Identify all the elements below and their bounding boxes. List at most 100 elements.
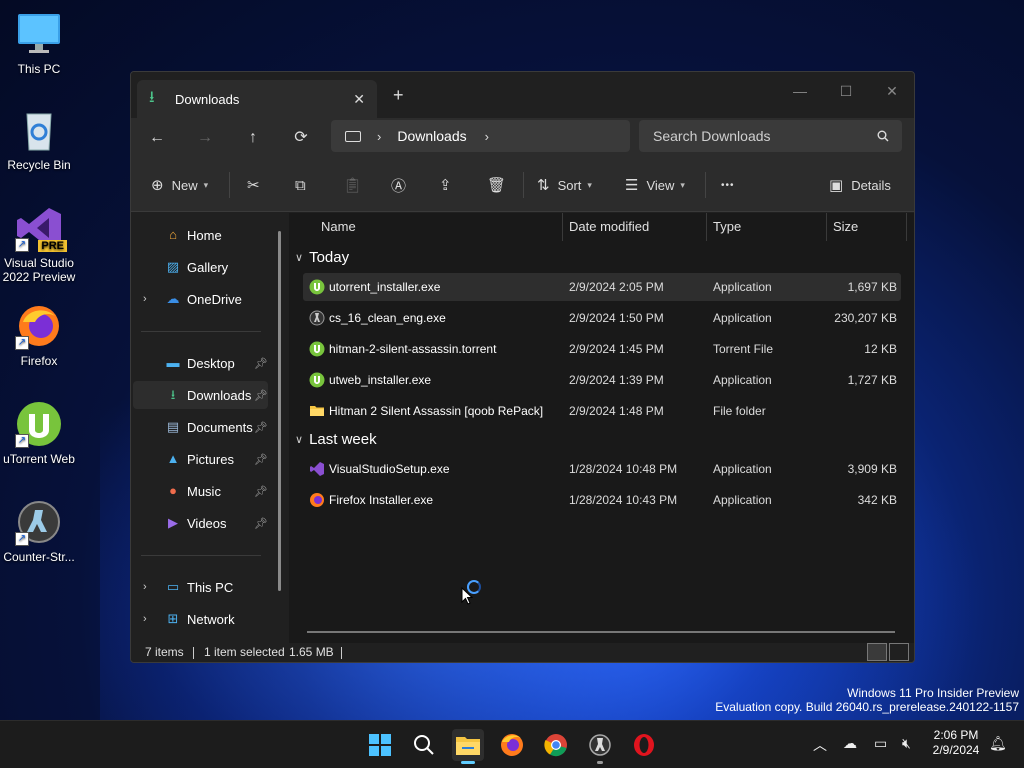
file-type: Application [713, 311, 772, 325]
file-row[interactable]: Hitman 2 Silent Assassin [qoob RePack] 2… [303, 397, 901, 425]
cut-button[interactable]: ✂ [247, 175, 268, 195]
sidebar-item-this-pc[interactable]: › ▭ This PC [133, 573, 268, 601]
maximize-button[interactable]: ☐ [823, 78, 869, 104]
refresh-button[interactable]: ⟳ [289, 126, 313, 150]
taskbar-counter-strike[interactable] [584, 729, 616, 764]
pin-icon[interactable]: 📌︎ [254, 453, 268, 466]
sidebar-item-videos[interactable]: ▶ Videos 📌︎ [133, 509, 268, 537]
search-button[interactable] [408, 729, 440, 761]
close-window-button[interactable]: ✕ [869, 78, 914, 104]
column-header-size[interactable]: Size [833, 213, 858, 241]
group-header-last-week[interactable]: ∨ Last week [295, 431, 377, 448]
view-button[interactable]: ☰ View ▾ [625, 175, 685, 195]
chevron-right-icon[interactable]: › [377, 129, 381, 144]
file-size: 3,909 KB [847, 462, 897, 476]
pin-icon[interactable]: 📌︎ [254, 517, 268, 530]
chevron-right-icon[interactable]: › [143, 293, 147, 305]
notification-bell-icon[interactable]: 🔔︎ [989, 735, 1007, 752]
sidebar-scrollbar[interactable] [278, 231, 281, 591]
sidebar-item-onedrive[interactable]: › ☁ OneDrive [133, 285, 268, 313]
volume-tray-icon[interactable]: 🔇︎ [902, 735, 911, 752]
file-row[interactable]: utweb_installer.exe 2/9/2024 1:39 PM App… [303, 366, 901, 394]
taskbar-opera[interactable] [628, 729, 660, 761]
chevron-right-icon[interactable]: › [485, 129, 489, 144]
taskbar-chrome[interactable] [540, 729, 572, 761]
file-row[interactable]: hitman-2-silent-assassin.torrent 2/9/202… [303, 335, 901, 363]
file-row[interactable]: utorrent_installer.exe 2/9/2024 2:05 PM … [303, 273, 901, 301]
shortcut-arrow-icon: ↗ [15, 238, 29, 252]
column-header-name[interactable]: Name [321, 213, 356, 241]
details-view-button[interactable] [867, 643, 887, 661]
copy-button[interactable]: ⧉ [295, 175, 314, 195]
column-divider[interactable] [562, 213, 563, 241]
breadcrumb-downloads[interactable]: Downloads [397, 128, 466, 144]
new-tab-button[interactable]: + [393, 85, 404, 106]
show-hidden-icons-button[interactable]: ︿ [813, 735, 827, 755]
tiles-view-button[interactable] [889, 643, 909, 661]
group-header-today[interactable]: ∨ Today [295, 249, 349, 266]
desktop-icon-recycle-bin[interactable]: Recycle Bin [2, 106, 76, 172]
sidebar-item-music[interactable]: ● Music 📌︎ [133, 477, 268, 505]
search-input[interactable] [639, 120, 902, 152]
share-button[interactable]: ⇪ [439, 175, 460, 195]
sidebar-item-network[interactable]: › ⊞ Network [133, 605, 268, 633]
paste-button[interactable]: 📋︎ [343, 175, 370, 195]
minimize-button[interactable]: — [777, 78, 823, 104]
shortcut-arrow-icon: ↗ [15, 336, 29, 350]
chevron-down-icon: ▾ [587, 179, 592, 190]
address-bar[interactable]: › Downloads › [331, 120, 630, 152]
column-divider[interactable] [906, 213, 907, 241]
column-divider[interactable] [826, 213, 827, 241]
desktop-icon-visual-studio[interactable]: PRE ↗ Visual Studio 2022 Preview [2, 204, 76, 284]
pin-icon[interactable]: 📌︎ [254, 485, 268, 498]
column-header-date[interactable]: Date modified [569, 213, 649, 241]
documents-icon: ▤ [166, 419, 180, 434]
desktop-icon-this-pc[interactable]: This PC [2, 10, 76, 76]
taskbar-clock[interactable]: 2:06 PM 2/9/2024 [928, 728, 984, 758]
clock-time: 2:06 PM [933, 728, 979, 742]
sidebar-item-home[interactable]: ⌂ Home [133, 221, 268, 249]
rename-button[interactable]: Ⓐ [391, 175, 414, 195]
pin-icon[interactable]: 📌︎ [254, 389, 268, 402]
desktop-icon-label: Firefox [20, 354, 58, 368]
sidebar-item-pictures[interactable]: ▲ Pictures 📌︎ [133, 445, 268, 473]
more-options-button[interactable]: ••• [721, 175, 735, 195]
onedrive-tray-icon[interactable]: ☁︎ [843, 735, 857, 752]
chevron-right-icon[interactable]: › [143, 613, 147, 625]
sort-button[interactable]: ⇅ Sort ▾ [537, 175, 592, 195]
forward-button[interactable]: → [193, 126, 217, 150]
column-divider[interactable] [706, 213, 707, 241]
start-button[interactable] [364, 729, 396, 761]
chevron-right-icon[interactable]: › [143, 581, 147, 593]
desktop-icon-label: uTorrent Web [3, 452, 75, 466]
column-header-type[interactable]: Type [713, 213, 741, 241]
desktop-icon-utorrent-web[interactable]: ↗ uTorrent Web [2, 400, 76, 466]
sidebar-item-gallery[interactable]: ▨ Gallery [133, 253, 268, 281]
network-tray-icon[interactable]: ▭ [874, 735, 887, 752]
delete-button[interactable]: 🗑︎ [487, 175, 514, 195]
taskbar-firefox[interactable] [496, 729, 528, 761]
group-label: Today [309, 249, 350, 266]
sidebar-item-desktop[interactable]: ▬ Desktop 📌︎ [133, 349, 269, 377]
taskbar-file-explorer[interactable] [452, 729, 484, 764]
up-button[interactable]: ↑ [241, 126, 265, 150]
file-row[interactable]: Firefox Installer.exe 1/28/2024 10:43 PM… [303, 486, 901, 514]
tab-downloads[interactable]: ⭳ Downloads ✕ [137, 80, 377, 118]
new-button[interactable]: ⊕ New ▾ [151, 175, 208, 195]
details-pane-button[interactable]: ▣ Details [829, 175, 891, 195]
sidebar-item-label: Gallery [187, 259, 229, 275]
close-tab-icon[interactable]: ✕ [353, 91, 365, 108]
desktop-icon-counter-strike[interactable]: ↗ Counter-Str... [2, 498, 76, 564]
file-row[interactable]: cs_16_clean_eng.exe 2/9/2024 1:50 PM App… [303, 304, 901, 332]
plus-circle-icon: ⊕ [151, 177, 164, 194]
desktop-icon-firefox[interactable]: ↗ Firefox [2, 302, 76, 368]
pin-icon[interactable]: 📌︎ [254, 421, 268, 434]
sidebar-item-documents[interactable]: ▤ Documents 📌︎ [133, 413, 268, 441]
pin-icon[interactable]: 📌︎ [254, 357, 268, 370]
file-row[interactable]: VisualStudioSetup.exe 1/28/2024 10:48 PM… [303, 455, 901, 483]
new-label: New [171, 177, 198, 193]
sidebar-item-downloads[interactable]: ⭳ Downloads 📌︎ [133, 381, 268, 409]
file-name: cs_16_clean_eng.exe [329, 311, 446, 325]
horizontal-scrollbar[interactable] [307, 631, 895, 633]
back-button[interactable]: ← [145, 126, 169, 150]
